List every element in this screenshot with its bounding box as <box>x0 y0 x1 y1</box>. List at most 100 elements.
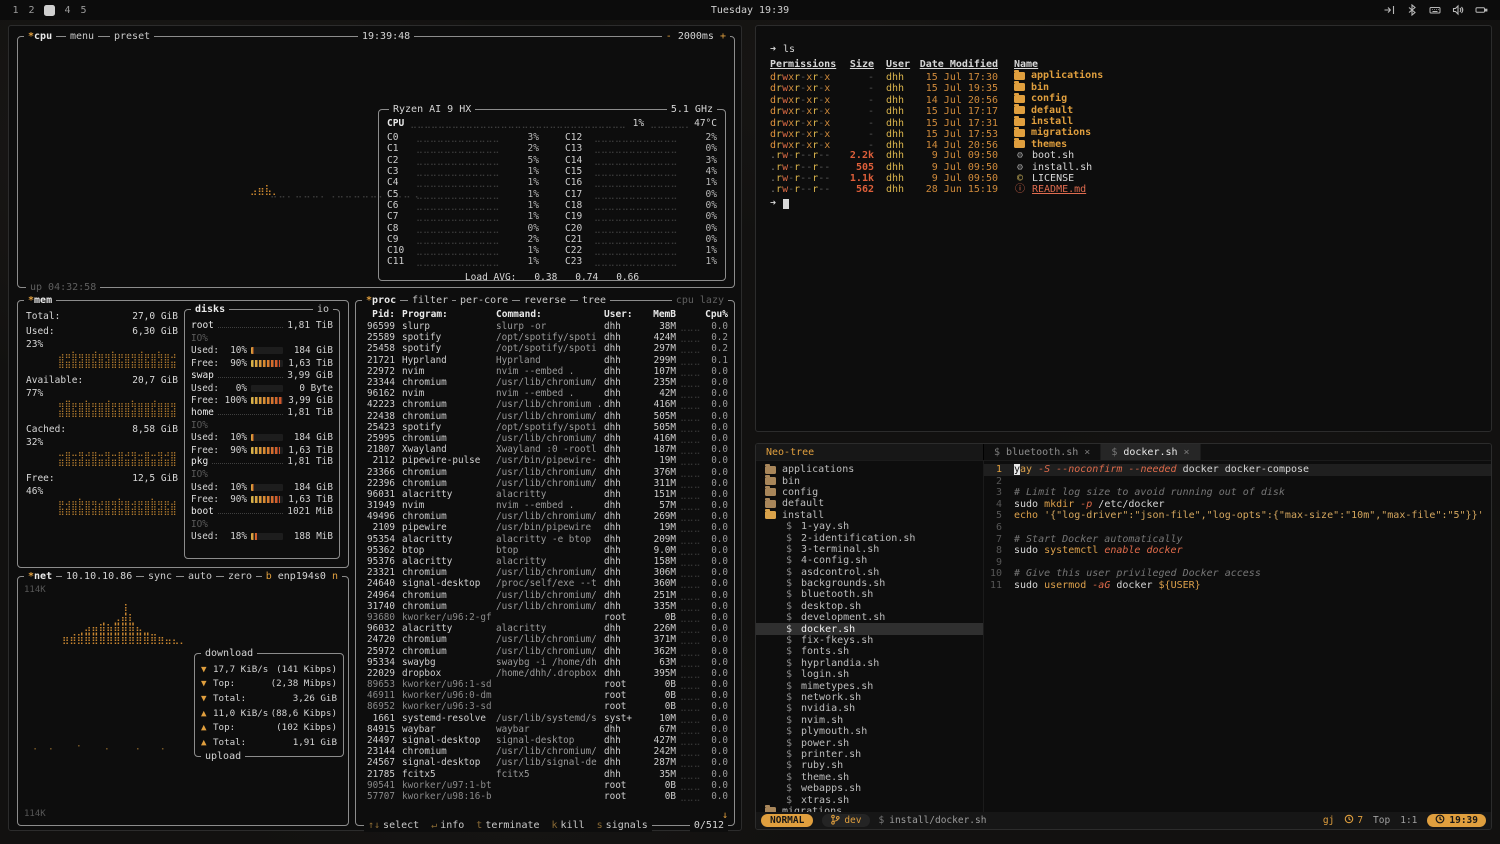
tree-item[interactable]: hyprlandia.sh <box>756 658 983 669</box>
editor-line[interactable]: 8 sudo systemctl enable docker <box>984 545 1491 557</box>
process-row[interactable]: 22029 dropbox /home/dhh/.dropbox dhh 395… <box>362 668 728 679</box>
process-row[interactable]: 2112 pipewire-pulse /usr/bin/pipewire- d… <box>362 455 728 466</box>
editor-buffer[interactable]: 1 yay -S --noconfirm --needed docker doc… <box>984 461 1491 812</box>
interface-selector[interactable]: b enp194s0 n <box>262 570 342 583</box>
process-action[interactable]: ↑↓select <box>368 819 419 832</box>
process-row[interactable]: 23366 chromium /usr/lib/chromium/ dhh 37… <box>362 466 728 477</box>
editor-line[interactable]: 1 yay -S --noconfirm --needed docker doc… <box>984 464 1491 476</box>
menu-button[interactable]: menu <box>66 30 98 43</box>
tree-item[interactable]: asdcontrol.sh <box>756 567 983 578</box>
editor-line[interactable]: 5 echo '{"log-driver":"json-file","log-o… <box>984 510 1491 522</box>
close-icon[interactable]: × <box>1184 447 1190 458</box>
tree-item[interactable]: power.sh <box>756 737 983 748</box>
close-icon[interactable]: × <box>1084 447 1090 458</box>
process-row[interactable]: 24497 signal-desktop signal-desktop dhh … <box>362 735 728 746</box>
tree-item[interactable]: xtras.sh <box>756 794 983 805</box>
process-row[interactable]: 96599 slurp slurp -or dhh 38M ⣀⣀⣀ 0.0 <box>362 321 728 332</box>
editor-line[interactable]: 2 <box>984 476 1491 488</box>
process-row[interactable]: 95354 alacritty alacritty -e btop dhh 20… <box>362 534 728 545</box>
process-row[interactable]: 21785 fcitx5 fcitx5 dhh 35M ⣀⣀⣀ 0.0 <box>362 769 728 780</box>
prompt-line[interactable]: ➜ <box>770 198 1491 210</box>
column-command[interactable]: Command: <box>496 309 604 320</box>
tree-item[interactable]: nvidia.sh <box>756 703 983 714</box>
process-row[interactable]: 93680 kworker/u96:2-gf root 0B ⣀⣀⣀ 0.0 <box>362 612 728 623</box>
process-action[interactable]: ↵info <box>431 819 464 832</box>
process-row[interactable]: 89653 kworker/u96:1-sd root 0B ⣀⣀⣀ 0.0 <box>362 679 728 690</box>
process-row[interactable]: 25972 chromium /usr/lib/chromium/ dhh 36… <box>362 645 728 656</box>
process-row[interactable]: 96162 nvim nvim --embed . dhh 42M ⣀⣀⣀ 0.… <box>362 388 728 399</box>
process-row[interactable]: 23344 chromium /usr/lib/chromium/ dhh 23… <box>362 377 728 388</box>
tree-item[interactable]: plymouth.sh <box>756 726 983 737</box>
process-row[interactable]: 21721 Hyprland Hyprland dhh 299M ⣀⣀⣀ 0.1 <box>362 355 728 366</box>
process-row[interactable]: 22396 chromium /usr/lib/chromium/ dhh 31… <box>362 478 728 489</box>
process-row[interactable]: 57707 kworker/u98:16-b root 0B ⣀⣀⣀ 0.0 <box>362 791 728 802</box>
tree-item[interactable]: network.sh <box>756 692 983 703</box>
tree-item[interactable]: login.sh <box>756 669 983 680</box>
process-row[interactable]: 22972 nvim nvim --embed . dhh 107M ⣀⣀⣀ 0… <box>362 366 728 377</box>
tree-item[interactable]: theme.sh <box>756 772 983 783</box>
io-mode-button[interactable]: io <box>313 303 333 316</box>
process-row[interactable]: 24720 chromium /usr/lib/chromium/ dhh 37… <box>362 634 728 645</box>
process-row[interactable]: 90541 kworker/u97:1-bt root 0B ⣀⣀⣀ 0.0 <box>362 780 728 791</box>
process-row[interactable]: 22438 chromium /usr/lib/chromium/ dhh 50… <box>362 411 728 422</box>
process-row[interactable]: 25589 spotify /opt/spotify/spoti dhh 424… <box>362 332 728 343</box>
sort-mode[interactable]: cpu lazy <box>672 294 728 307</box>
tree-item[interactable]: default <box>756 498 983 509</box>
neotree-title[interactable]: Neo-tree <box>756 444 984 460</box>
column-cpu[interactable]: Cpu% <box>700 309 728 320</box>
process-action[interactable]: kkill <box>552 819 585 832</box>
zero-button[interactable]: zero <box>224 570 256 583</box>
buffer-tab[interactable]: $ bluetooth.sh × <box>984 444 1101 460</box>
tree-item[interactable]: config <box>756 487 983 498</box>
column-program[interactable]: Program: <box>402 309 496 320</box>
process-row[interactable]: 96031 alacritty alacritty dhh 151M ⣀⣀⣀ 0… <box>362 489 728 500</box>
tree-item[interactable]: 3-terminal.sh <box>756 544 983 555</box>
column-mem[interactable]: MemB <box>640 309 676 320</box>
process-row[interactable]: 49496 chromium /usr/lib/chromium/ dhh 26… <box>362 511 728 522</box>
column-pid[interactable]: Pid: <box>362 309 402 320</box>
update-interval[interactable]: - 2000ms + <box>662 30 730 43</box>
process-row[interactable]: 24567 signal-desktop /usr/lib/signal-de … <box>362 757 728 768</box>
tree-item[interactable]: bin <box>756 475 983 486</box>
tree-item[interactable]: 4-config.sh <box>756 555 983 566</box>
tree-item[interactable]: fonts.sh <box>756 646 983 657</box>
tree-item[interactable]: webapps.sh <box>756 783 983 794</box>
tree-item[interactable]: docker.sh <box>756 623 983 634</box>
tree-item[interactable]: bluetooth.sh <box>756 589 983 600</box>
editor-line[interactable]: 11 sudo usermod -aG docker ${USER} <box>984 580 1491 592</box>
terminal-window[interactable]: ➜ ls Permissions Size User Date Modified… <box>755 25 1492 432</box>
process-row[interactable]: 84915 waybar waybar dhh 67M ⣀⣀⣀ 0.0 <box>362 724 728 735</box>
sync-button[interactable]: sync <box>144 570 176 583</box>
editor-line[interactable]: 10 # Give this user privileged Docker ac… <box>984 568 1491 580</box>
tree-item[interactable]: desktop.sh <box>756 601 983 612</box>
process-row[interactable]: 24640 signal-desktop /proc/self/exe --t … <box>362 578 728 589</box>
tree-item[interactable]: printer.sh <box>756 749 983 760</box>
editor-line[interactable]: 9 <box>984 557 1491 569</box>
process-row[interactable]: 95334 swaybg swaybg -i /home/dh dhh 63M … <box>362 657 728 668</box>
editor-line[interactable]: 7 # Start Docker automatically <box>984 534 1491 546</box>
process-row[interactable]: 21807 Xwayland Xwayland :0 -rootl dhh 18… <box>362 444 728 455</box>
tree-item[interactable]: fix-fkeys.sh <box>756 635 983 646</box>
tree-item[interactable]: ruby.sh <box>756 760 983 771</box>
tree-item[interactable]: 2-identification.sh <box>756 532 983 543</box>
process-row[interactable]: 42223 chromium /usr/lib/chromium . dhh 4… <box>362 399 728 410</box>
nvim-window[interactable]: Neo-tree $ bluetooth.sh × $ docker.sh × <box>755 443 1492 830</box>
auto-button[interactable]: auto <box>184 570 216 583</box>
process-row[interactable]: 24964 chromium /usr/lib/chromium/ dhh 25… <box>362 590 728 601</box>
process-row[interactable]: 2109 pipewire /usr/bin/pipewire dhh 19M … <box>362 522 728 533</box>
per-core-button[interactable]: per-core <box>456 294 512 307</box>
process-row[interactable]: 25995 chromium /usr/lib/chromium/ dhh 41… <box>362 433 728 444</box>
process-row[interactable]: 25423 spotify /opt/spotify/spoti dhh 505… <box>362 422 728 433</box>
editor-line[interactable]: 3 # Limit log size to avoid running out … <box>984 487 1491 499</box>
reverse-button[interactable]: reverse <box>520 294 570 307</box>
process-row[interactable]: 96032 alacritty alacritty dhh 226M ⣀⣀⣀ 0… <box>362 623 728 634</box>
preset-button[interactable]: preset <box>110 30 154 43</box>
buffer-tab[interactable]: $ docker.sh × <box>1101 444 1200 460</box>
process-row[interactable]: 95362 btop btop dhh 9.0M ⣀⣀⣀ 0.0 <box>362 545 728 556</box>
tree-button[interactable]: tree <box>578 294 610 307</box>
process-row[interactable]: 1661 systemd-resolve /usr/lib/systemd/s … <box>362 713 728 724</box>
tree-item[interactable]: 1-yay.sh <box>756 521 983 532</box>
tree-item[interactable]: applications <box>756 464 983 475</box>
tree-item[interactable]: development.sh <box>756 612 983 623</box>
editor-line[interactable]: 6 <box>984 522 1491 534</box>
